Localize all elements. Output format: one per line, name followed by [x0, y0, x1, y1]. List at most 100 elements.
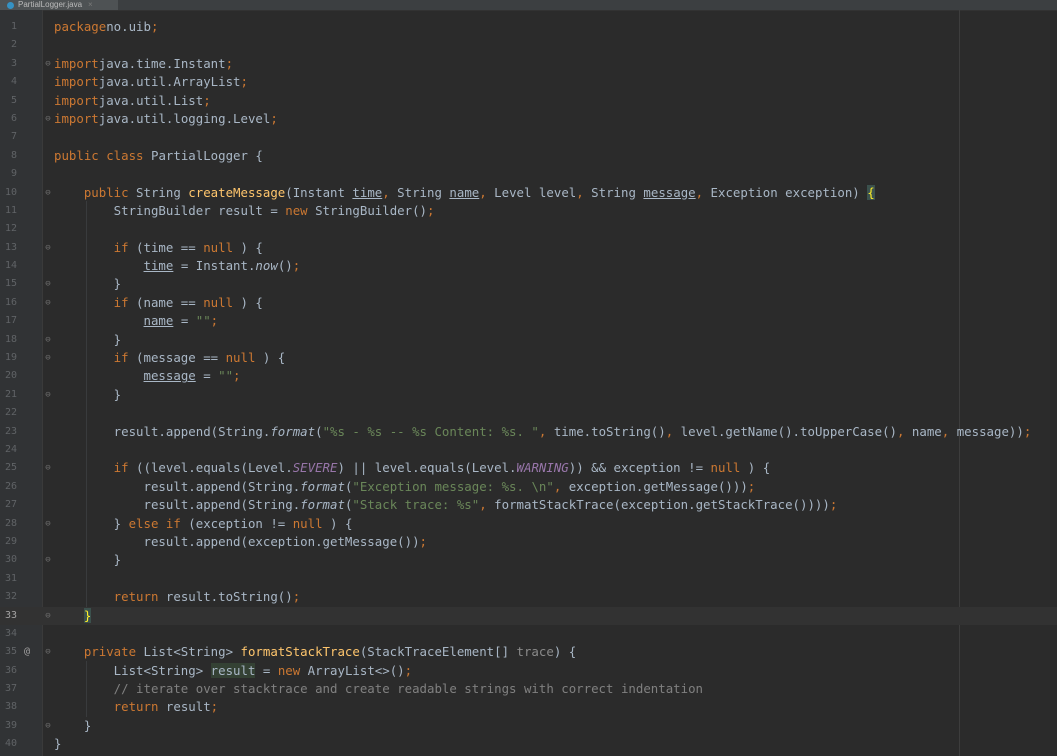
code-token: import — [54, 110, 99, 126]
code-line[interactable]: 26 result.append(String.format("Exception… — [0, 476, 1057, 497]
code-line[interactable]: 37 // iterate over stacktrace and create … — [0, 679, 1057, 700]
code-line[interactable]: 20 message = ""; — [0, 366, 1057, 387]
code-token: result — [210, 662, 256, 678]
fold-marker-icon[interactable]: ⊖ — [44, 459, 52, 477]
fold-marker-icon[interactable]: ⊖ — [44, 55, 52, 73]
code-line[interactable]: 28 ⊖} else if (exception != null ) { — [0, 513, 1057, 534]
line-number: 25 — [4, 462, 17, 474]
code-line[interactable]: 2 — [0, 36, 1057, 54]
code-token: ArrayList<>() — [300, 662, 405, 678]
fold-marker-icon[interactable]: ⊖ — [44, 294, 52, 312]
code-token: if — [113, 294, 129, 310]
code-text: public class PartialLogger { — [54, 147, 263, 165]
indent-guide — [85, 568, 87, 589]
code-line[interactable]: 5 importjava.util.List; — [0, 92, 1057, 110]
fold-marker-icon[interactable]: ⊖ — [44, 239, 52, 257]
code-line[interactable]: 38 return result; — [0, 697, 1057, 718]
line-number: 35 — [4, 646, 17, 658]
code-line[interactable]: 17 name = ""; — [0, 311, 1057, 332]
code-token: = Instant. — [173, 258, 256, 274]
code-line[interactable]: 39 ⊖} — [0, 717, 1057, 735]
fold-marker-icon[interactable]: ⊖ — [44, 349, 52, 367]
code-line[interactable]: 9 — [0, 165, 1057, 183]
code-line[interactable]: 32 return result.toString(); — [0, 587, 1057, 608]
code-token: ) { — [255, 350, 286, 366]
code-line[interactable]: 3 ⊖ importjava.time.Instant; — [0, 55, 1057, 73]
code-line[interactable]: 35 @ ⊖ private List<String> formatStackTrac… — [0, 643, 1057, 661]
code-token: ) { — [553, 644, 577, 660]
code-token: , — [479, 184, 487, 200]
code-text: return result; — [114, 698, 218, 716]
code-editor[interactable]: 1 packageno.uib; 2 3 ⊖ importjava.time.Instan… — [0, 18, 1057, 754]
code-line[interactable]: 18 ⊖} — [0, 329, 1057, 350]
code-token: } — [54, 736, 62, 752]
code-line[interactable]: 36 List<String> result = new ArrayList<>(… — [0, 660, 1057, 681]
code-token: } — [113, 276, 122, 292]
fold-marker-icon[interactable]: ⊖ — [44, 184, 52, 202]
fold-marker-icon[interactable]: ⊖ — [44, 717, 52, 735]
code-line[interactable]: 33 ⊖} — [0, 606, 1057, 625]
code-text: // iterate over stacktrace and create re… — [114, 680, 703, 698]
code-token: format — [300, 497, 345, 513]
code-line[interactable]: 22 — [0, 403, 1057, 424]
code-token: ; — [1023, 423, 1032, 439]
close-icon[interactable]: × — [88, 0, 93, 10]
line-number: 24 — [4, 443, 17, 455]
code-line[interactable]: 29 result.append(exception.getMessage()); — [0, 531, 1057, 552]
line-number: 21 — [4, 388, 17, 400]
code-token: result.append(String. — [143, 478, 301, 494]
code-line[interactable]: 10 ⊖ public String createMessage(Instant t… — [0, 184, 1057, 202]
code-token: import — [54, 55, 99, 71]
fold-marker-icon[interactable]: ⊖ — [44, 515, 52, 533]
code-line[interactable]: 30 ⊖} — [0, 550, 1057, 571]
code-token: Level level — [486, 184, 577, 200]
code-line[interactable]: 16 ⊖ if (name == null ) { — [0, 292, 1057, 313]
code-line[interactable]: 15 ⊖} — [0, 274, 1057, 295]
code-line[interactable]: 14 time = Instant.now(); — [0, 256, 1057, 277]
code-line[interactable]: 6 ⊖ importjava.util.logging.Level; — [0, 110, 1057, 128]
editor-tab-bar: PartialLogger.java × — [0, 0, 1057, 11]
code-text: result.append(exception.getMessage()); — [144, 533, 427, 551]
code-text: packageno.uib; — [54, 18, 158, 36]
code-line[interactable]: 23 result.append(String.format("%s - %s -… — [0, 421, 1057, 442]
code-token: ) { — [233, 239, 263, 255]
code-line[interactable]: 24 — [0, 439, 1057, 460]
code-line[interactable]: 19 ⊖ if (message == null ) { — [0, 348, 1057, 369]
code-line[interactable]: 34 — [0, 625, 1057, 643]
code-line[interactable]: 27 result.append(String.format("Stack tra… — [0, 495, 1057, 516]
fold-marker-icon[interactable]: ⊖ — [44, 331, 52, 349]
code-token: message — [143, 368, 196, 384]
line-number: 29 — [4, 535, 17, 547]
code-token: } — [113, 515, 129, 531]
code-token: )) && exception != — [568, 460, 711, 476]
line-number: 1 — [10, 21, 17, 32]
code-token: null — [710, 460, 741, 476]
code-line[interactable]: 31 — [0, 568, 1057, 589]
code-line[interactable]: 11 StringBuilder result = new StringBuild… — [0, 200, 1057, 221]
indent-guide — [85, 200, 87, 221]
code-line[interactable]: 12 — [0, 219, 1057, 240]
fold-marker-icon[interactable]: ⊖ — [44, 643, 52, 661]
code-text: public String createMessage(Instant time… — [84, 184, 875, 202]
indent-guide — [85, 458, 87, 479]
line-number: 26 — [4, 480, 17, 492]
code-line[interactable]: 8 public class PartialLogger { — [0, 147, 1057, 165]
fold-marker-icon[interactable]: ⊖ — [44, 551, 52, 569]
fold-marker-icon[interactable]: ⊖ — [44, 275, 52, 293]
code-token: (time == — [128, 239, 204, 255]
fold-marker-icon[interactable]: ⊖ — [44, 110, 52, 128]
fold-marker-icon[interactable]: ⊖ — [44, 386, 52, 404]
code-line[interactable]: 25 ⊖ if ((level.equals(Level.SEVERE) || le… — [0, 458, 1057, 479]
code-line[interactable]: 40} — [0, 735, 1057, 753]
indent-guide — [85, 439, 87, 460]
override-marker-icon[interactable]: @ — [24, 643, 30, 661]
line-number: 20 — [4, 370, 17, 382]
code-line[interactable]: 13 ⊖ if (time == null ) { — [0, 237, 1057, 258]
code-line[interactable]: 4 importjava.util.ArrayList; — [0, 73, 1057, 91]
fold-marker-icon[interactable]: ⊖ — [44, 607, 52, 625]
code-text: result.append(String.format("Stack trace… — [144, 496, 838, 514]
code-line[interactable]: 21 ⊖} — [0, 384, 1057, 405]
code-line[interactable]: 7 — [0, 128, 1057, 146]
tab-partiallogger-java[interactable]: PartialLogger.java × — [0, 0, 118, 10]
code-line[interactable]: 1 packageno.uib; — [0, 18, 1057, 36]
